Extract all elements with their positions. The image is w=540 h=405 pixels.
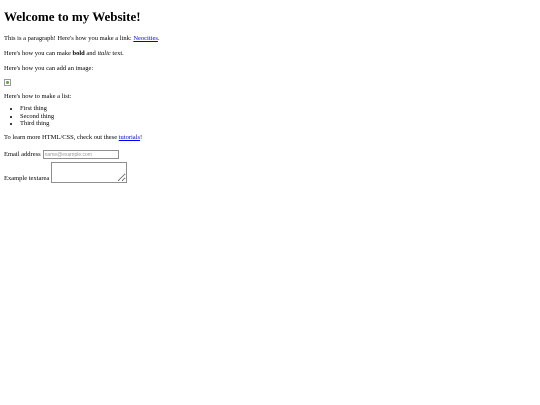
tutorials-paragraph: To learn more HTML/CSS, check out these …	[4, 134, 536, 142]
formatting-paragraph: Here's how you can make bold and italic …	[4, 50, 536, 58]
italic-text: italic	[97, 50, 111, 57]
list-item: Second thing	[20, 113, 536, 121]
email-field[interactable]	[42, 150, 119, 159]
intro-text-end: .	[157, 35, 160, 42]
intro-paragraph: This is a paragraph! Here's how you make…	[4, 35, 536, 43]
textarea-row: Example textarea	[4, 161, 536, 183]
page-title: Welcome to my Website!	[4, 9, 141, 24]
list-paragraph: Here's how to make a list:	[4, 93, 72, 100]
email-label: Email address	[4, 150, 41, 158]
neocities-link[interactable]: Neocities	[133, 35, 158, 42]
formatting-text: Here's how you can make	[4, 50, 73, 57]
image-paragraph: Here's how you can add an image:	[4, 65, 94, 72]
tutorials-text-end: !	[140, 133, 143, 141]
list-item: First thing	[20, 105, 536, 113]
broken-image-icon	[4, 79, 11, 86]
textarea-label: Example textarea	[4, 174, 50, 182]
formatting-text-end: text.	[110, 50, 124, 57]
bold-text: bold	[72, 50, 85, 57]
tutorials-text: To learn more HTML/CSS, check out these	[4, 133, 119, 141]
page: Welcome to my Website! This is a paragra…	[0, 0, 540, 183]
tutorials-link[interactable]: tutorials	[119, 134, 140, 141]
example-textarea[interactable]	[51, 161, 128, 183]
intro-text: This is a paragraph! Here's how you make…	[4, 35, 134, 42]
formatting-text-middle: and	[84, 50, 98, 57]
bullet-list: First thing Second thing Third thing	[4, 105, 536, 128]
list-item: Third thing	[20, 120, 536, 128]
email-row: Email address	[4, 150, 536, 160]
